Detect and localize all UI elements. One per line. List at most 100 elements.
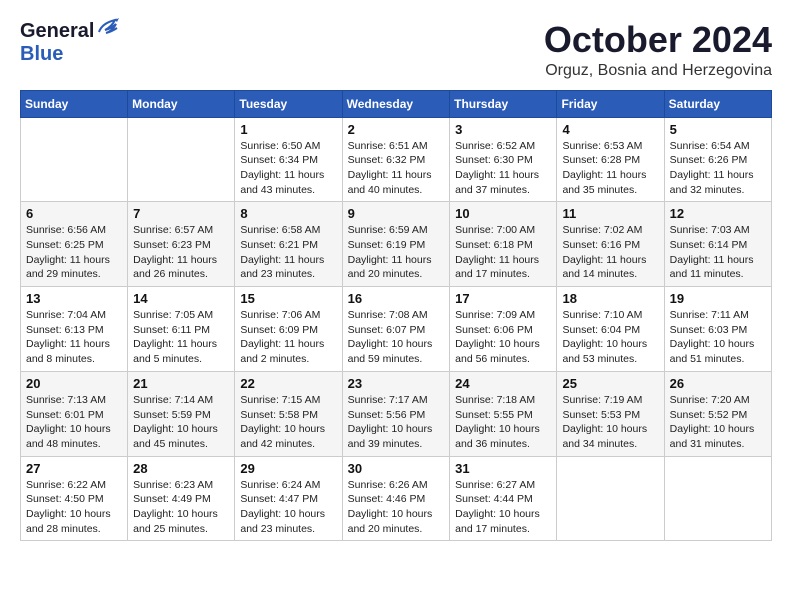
- day-number: 6: [26, 206, 122, 221]
- day-info: Sunrise: 7:09 AM Sunset: 6:06 PM Dayligh…: [455, 308, 551, 367]
- day-info: Sunrise: 7:19 AM Sunset: 5:53 PM Dayligh…: [562, 393, 658, 452]
- day-info: Sunrise: 6:57 AM Sunset: 6:23 PM Dayligh…: [133, 223, 229, 282]
- calendar-cell: 10 Sunrise: 7:00 AM Sunset: 6:18 PM Dayli…: [450, 202, 557, 287]
- day-info: Sunrise: 7:20 AM Sunset: 5:52 PM Dayligh…: [670, 393, 766, 452]
- calendar-day-header: Saturday: [664, 90, 771, 117]
- day-number: 21: [133, 376, 229, 391]
- calendar-cell: [128, 117, 235, 202]
- day-number: 9: [348, 206, 445, 221]
- day-info: Sunrise: 6:26 AM Sunset: 4:46 PM Dayligh…: [348, 478, 445, 537]
- location-title: Orguz, Bosnia and Herzegovina: [544, 62, 772, 80]
- calendar-cell: 13 Sunrise: 7:04 AM Sunset: 6:13 PM Dayli…: [21, 287, 128, 372]
- day-info: Sunrise: 7:00 AM Sunset: 6:18 PM Dayligh…: [455, 223, 551, 282]
- day-number: 8: [240, 206, 336, 221]
- calendar-table: SundayMondayTuesdayWednesdayThursdayFrid…: [20, 90, 772, 542]
- day-number: 7: [133, 206, 229, 221]
- day-info: Sunrise: 6:52 AM Sunset: 6:30 PM Dayligh…: [455, 139, 551, 198]
- calendar-cell: 27 Sunrise: 6:22 AM Sunset: 4:50 PM Dayli…: [21, 456, 128, 541]
- day-number: 12: [670, 206, 766, 221]
- title-block: October 2024 Orguz, Bosnia and Herzegovi…: [544, 20, 772, 80]
- page-header: General Blue October 2024 Orguz, Bosnia …: [20, 20, 772, 80]
- calendar-cell: 23Sunrise: 7:17 AM Sunset: 5:56 PM Dayli…: [342, 371, 450, 456]
- calendar-cell: [21, 117, 128, 202]
- day-number: 25: [562, 376, 658, 391]
- calendar-cell: [557, 456, 664, 541]
- day-number: 28: [133, 461, 229, 476]
- day-number: 29: [240, 461, 336, 476]
- calendar-week-row: 13 Sunrise: 7:04 AM Sunset: 6:13 PM Dayli…: [21, 287, 772, 372]
- day-number: 14: [133, 291, 229, 306]
- day-number: 30: [348, 461, 445, 476]
- logo: General Blue: [20, 20, 119, 66]
- day-number: 5: [670, 122, 766, 137]
- calendar-cell: 9Sunrise: 6:59 AM Sunset: 6:19 PM Daylig…: [342, 202, 450, 287]
- day-info: Sunrise: 6:24 AM Sunset: 4:47 PM Dayligh…: [240, 478, 336, 537]
- calendar-day-header: Sunday: [21, 90, 128, 117]
- calendar-cell: 18 Sunrise: 7:10 AM Sunset: 6:04 PM Dayli…: [557, 287, 664, 372]
- day-info: Sunrise: 6:50 AM Sunset: 6:34 PM Dayligh…: [240, 139, 336, 198]
- calendar-cell: 7 Sunrise: 6:57 AM Sunset: 6:23 PM Daylig…: [128, 202, 235, 287]
- calendar-day-header: Thursday: [450, 90, 557, 117]
- calendar-week-row: 1 Sunrise: 6:50 AM Sunset: 6:34 PM Daylig…: [21, 117, 772, 202]
- calendar-cell: 19 Sunrise: 7:11 AM Sunset: 6:03 PM Dayli…: [664, 287, 771, 372]
- calendar-day-header: Friday: [557, 90, 664, 117]
- day-info: Sunrise: 7:06 AM Sunset: 6:09 PM Dayligh…: [240, 308, 336, 367]
- day-number: 23: [348, 376, 445, 391]
- day-number: 17: [455, 291, 551, 306]
- calendar-cell: 29 Sunrise: 6:24 AM Sunset: 4:47 PM Dayli…: [235, 456, 342, 541]
- day-info: Sunrise: 7:08 AM Sunset: 6:07 PM Dayligh…: [348, 308, 445, 367]
- day-number: 13: [26, 291, 122, 306]
- calendar-cell: 31Sunrise: 6:27 AM Sunset: 4:44 PM Dayli…: [450, 456, 557, 541]
- calendar-cell: 21 Sunrise: 7:14 AM Sunset: 5:59 PM Dayli…: [128, 371, 235, 456]
- day-info: Sunrise: 7:04 AM Sunset: 6:13 PM Dayligh…: [26, 308, 122, 367]
- calendar-week-row: 27 Sunrise: 6:22 AM Sunset: 4:50 PM Dayli…: [21, 456, 772, 541]
- calendar-cell: 11 Sunrise: 7:02 AM Sunset: 6:16 PM Dayli…: [557, 202, 664, 287]
- day-info: Sunrise: 7:18 AM Sunset: 5:55 PM Dayligh…: [455, 393, 551, 452]
- day-number: 1: [240, 122, 336, 137]
- day-number: 3: [455, 122, 551, 137]
- day-info: Sunrise: 6:22 AM Sunset: 4:50 PM Dayligh…: [26, 478, 122, 537]
- calendar-week-row: 6 Sunrise: 6:56 AM Sunset: 6:25 PM Daylig…: [21, 202, 772, 287]
- calendar-cell: [664, 456, 771, 541]
- calendar-day-header: Wednesday: [342, 90, 450, 117]
- day-number: 10: [455, 206, 551, 221]
- day-info: Sunrise: 7:14 AM Sunset: 5:59 PM Dayligh…: [133, 393, 229, 452]
- calendar-cell: 8Sunrise: 6:58 AM Sunset: 6:21 PM Daylig…: [235, 202, 342, 287]
- calendar-header-row: SundayMondayTuesdayWednesdayThursdayFrid…: [21, 90, 772, 117]
- day-info: Sunrise: 7:02 AM Sunset: 6:16 PM Dayligh…: [562, 223, 658, 282]
- calendar-cell: 14Sunrise: 7:05 AM Sunset: 6:11 PM Dayli…: [128, 287, 235, 372]
- day-number: 26: [670, 376, 766, 391]
- month-title: October 2024: [544, 20, 772, 60]
- calendar-day-header: Monday: [128, 90, 235, 117]
- calendar-cell: 20 Sunrise: 7:13 AM Sunset: 6:01 PM Dayli…: [21, 371, 128, 456]
- logo-blue-text: Blue: [20, 43, 63, 66]
- day-number: 20: [26, 376, 122, 391]
- calendar-day-header: Tuesday: [235, 90, 342, 117]
- day-number: 22: [240, 376, 336, 391]
- calendar-cell: 6 Sunrise: 6:56 AM Sunset: 6:25 PM Daylig…: [21, 202, 128, 287]
- day-info: Sunrise: 7:11 AM Sunset: 6:03 PM Dayligh…: [670, 308, 766, 367]
- day-info: Sunrise: 7:10 AM Sunset: 6:04 PM Dayligh…: [562, 308, 658, 367]
- day-number: 16: [348, 291, 445, 306]
- day-info: Sunrise: 6:56 AM Sunset: 6:25 PM Dayligh…: [26, 223, 122, 282]
- day-info: Sunrise: 6:23 AM Sunset: 4:49 PM Dayligh…: [133, 478, 229, 537]
- day-number: 19: [670, 291, 766, 306]
- day-number: 15: [240, 291, 336, 306]
- calendar-cell: 28 Sunrise: 6:23 AM Sunset: 4:49 PM Dayli…: [128, 456, 235, 541]
- day-number: 11: [562, 206, 658, 221]
- calendar-cell: 1 Sunrise: 6:50 AM Sunset: 6:34 PM Daylig…: [235, 117, 342, 202]
- day-number: 27: [26, 461, 122, 476]
- day-info: Sunrise: 7:15 AM Sunset: 5:58 PM Dayligh…: [240, 393, 336, 452]
- day-number: 2: [348, 122, 445, 137]
- calendar-cell: 4Sunrise: 6:53 AM Sunset: 6:28 PM Daylig…: [557, 117, 664, 202]
- calendar-cell: 15 Sunrise: 7:06 AM Sunset: 6:09 PM Dayli…: [235, 287, 342, 372]
- calendar-cell: 24Sunrise: 7:18 AM Sunset: 5:55 PM Dayli…: [450, 371, 557, 456]
- calendar-cell: 3 Sunrise: 6:52 AM Sunset: 6:30 PM Daylig…: [450, 117, 557, 202]
- day-info: Sunrise: 7:03 AM Sunset: 6:14 PM Dayligh…: [670, 223, 766, 282]
- logo-bird-icon: [97, 18, 119, 41]
- day-info: Sunrise: 6:27 AM Sunset: 4:44 PM Dayligh…: [455, 478, 551, 537]
- day-info: Sunrise: 6:53 AM Sunset: 6:28 PM Dayligh…: [562, 139, 658, 198]
- calendar-cell: 16 Sunrise: 7:08 AM Sunset: 6:07 PM Dayli…: [342, 287, 450, 372]
- day-info: Sunrise: 7:13 AM Sunset: 6:01 PM Dayligh…: [26, 393, 122, 452]
- day-number: 18: [562, 291, 658, 306]
